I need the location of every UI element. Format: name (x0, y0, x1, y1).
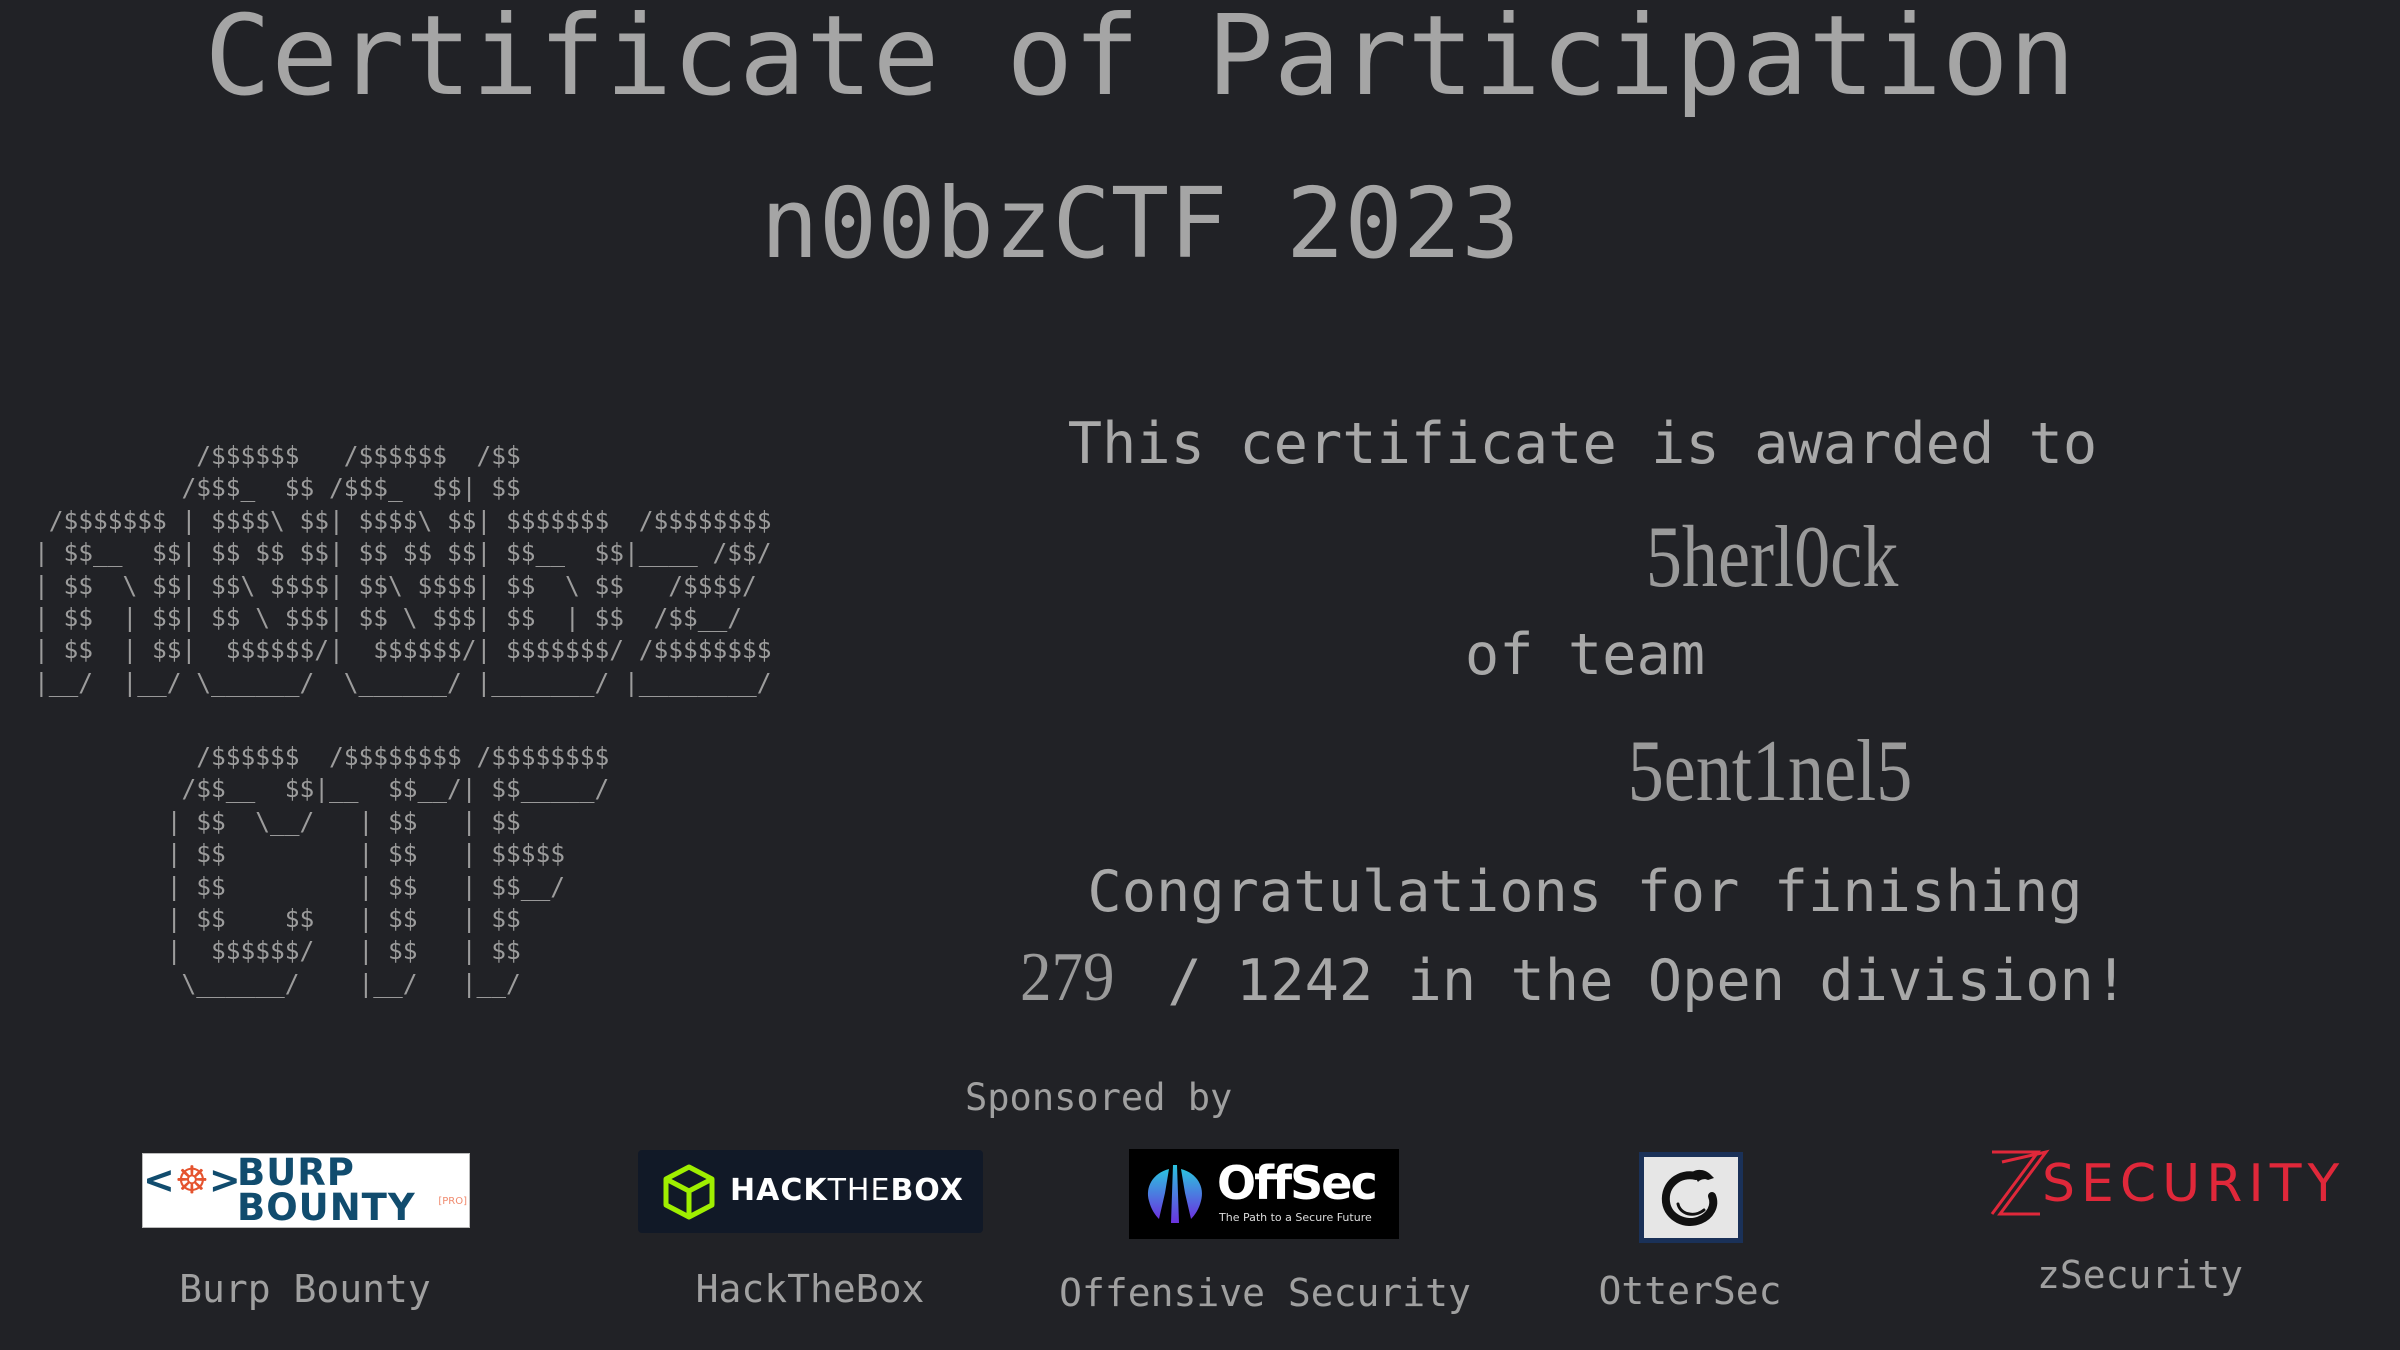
otter-icon (1661, 1169, 1718, 1226)
logo-wordmark: SECURITY (2042, 1154, 2346, 1214)
sponsored-by-heading: Sponsored by (965, 1076, 1233, 1119)
congrats-text: Congratulations for finishing (1087, 859, 2083, 925)
certificate-title: Certificate of Participation (204, 0, 2076, 121)
awarded-text: This certificate is awarded to (1067, 411, 2098, 477)
ascii-logo-n00bz: /$$$$$$ /$$$$$$ /$$ /$$$_ $$ /$$$_ $$| $… (34, 441, 772, 697)
cube-icon (663, 1164, 715, 1220)
offsec-emblem-icon (1147, 1165, 1203, 1223)
sponsor-name-burp-bounty: Burp Bounty (179, 1267, 431, 1311)
burp-bounty-logo: <☸> BURP BOUNTY [PRO] (142, 1153, 470, 1228)
logo-word-bounty: BOUNTY (237, 1186, 416, 1229)
logo-pro-badge: [PRO] (438, 1196, 467, 1207)
rank-value: 279 (1020, 939, 1115, 1016)
logo-word-the: THE (827, 1173, 891, 1208)
rank-suffix: / 1242 in the Open division! (1133, 948, 2129, 1014)
logo-wordmark: OffSec (1217, 1156, 1378, 1210)
team-name: 5ent1nel5 (1627, 723, 1913, 820)
event-name: n00bzCTF 2023 (760, 167, 1520, 280)
logo-bracket-right: > (208, 1158, 241, 1202)
sponsor-name-hackthebox: HackTheBox (695, 1267, 925, 1311)
logo-tagline: The Path to a Secure Future (1219, 1211, 1372, 1224)
logo-bracket-left: < (143, 1158, 175, 1202)
sponsor-name-zsecurity: zSecurity (2037, 1253, 2243, 1297)
ottersec-logo (1639, 1152, 1743, 1243)
sponsor-name-offensive-security: Offensive Security (1059, 1271, 1471, 1315)
ascii-logo-ctf: /$$$$$$ /$$$$$$$$ /$$$$$$$$ /$$__ $$|__ … (166, 742, 610, 998)
recipient-name: 5herl0ck (1645, 509, 1899, 606)
hackthebox-logo: HACKTHEBOX (638, 1150, 983, 1233)
sponsor-name-ottersec: OtterSec (1598, 1269, 1782, 1313)
logo-wordmark: HACKTHEBOX (730, 1174, 964, 1208)
logo-word-hack: HACK (730, 1173, 828, 1208)
logo-word-box: BOX (890, 1173, 964, 1208)
bug-icon: <☸> (143, 1158, 241, 1202)
offsec-logo: OffSec The Path to a Secure Future (1129, 1149, 1399, 1239)
zsecurity-logo: SECURITY (1990, 1148, 2339, 1220)
of-team-text: of team (1464, 622, 1706, 688)
rank-line: 279 / 1242 in the Open division! (1020, 928, 2128, 1031)
